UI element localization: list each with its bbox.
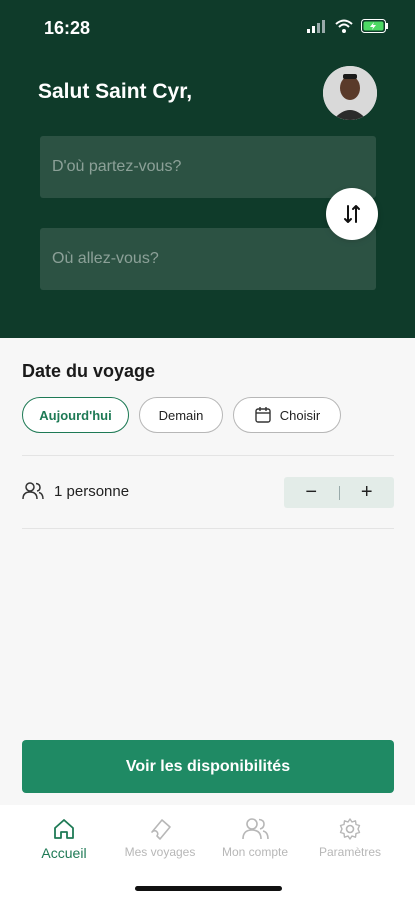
tab-my-trips-label: Mes voyages xyxy=(124,845,196,859)
people-icon xyxy=(22,482,44,500)
tab-home-label: Accueil xyxy=(41,845,87,861)
header: 16:28 Salut Saint Cyr, xyxy=(0,0,415,338)
passenger-stepper: − + xyxy=(284,477,394,508)
date-section-title: Date du voyage xyxy=(22,361,156,381)
status-bar: 16:28 xyxy=(0,0,415,58)
passenger-count-label: 1 personne xyxy=(54,483,130,500)
tab-my-trips[interactable]: Mes voyages xyxy=(110,817,210,859)
signal-icon xyxy=(307,20,325,33)
decrement-button[interactable]: − xyxy=(284,477,339,508)
tab-settings[interactable]: Paramètres xyxy=(300,817,400,859)
avatar[interactable] xyxy=(323,66,377,120)
tab-account[interactable]: Mon compte xyxy=(205,817,305,859)
chip-choose-label: Choisir xyxy=(279,407,321,423)
to-input[interactable] xyxy=(40,228,376,290)
calendar-icon xyxy=(255,407,271,423)
status-time: 16:28 xyxy=(44,18,91,38)
avatar-image xyxy=(323,66,377,120)
battery-icon xyxy=(361,19,388,33)
chip-today-label: Aujourd'hui xyxy=(39,407,112,423)
chip-tomorrow-label: Demain xyxy=(158,407,204,423)
divider-top xyxy=(22,455,394,456)
tab-settings-label: Paramètres xyxy=(318,845,382,859)
divider-bottom xyxy=(22,528,394,529)
ticket-icon xyxy=(151,819,171,840)
chip-choose[interactable]: Choisir xyxy=(233,397,341,433)
home-icon xyxy=(54,819,74,839)
from-field[interactable] xyxy=(40,136,376,198)
swap-icon xyxy=(344,205,360,223)
tab-account-label: Mon compte xyxy=(221,845,289,859)
chip-tomorrow[interactable]: Demain xyxy=(139,397,223,433)
greeting: Salut Saint Cyr, xyxy=(38,80,193,103)
chip-today[interactable]: Aujourd'hui xyxy=(22,397,129,433)
tab-home[interactable]: Accueil xyxy=(14,817,114,861)
see-availability-button[interactable]: Voir les disponibilités xyxy=(22,740,394,793)
home-indicator xyxy=(135,886,282,891)
to-field[interactable] xyxy=(40,228,376,290)
from-input[interactable] xyxy=(40,136,376,198)
gear-icon xyxy=(339,818,361,840)
increment-button[interactable]: + xyxy=(340,477,395,508)
wifi-icon xyxy=(335,19,353,33)
status-icons xyxy=(307,19,389,33)
users-icon xyxy=(242,818,269,840)
